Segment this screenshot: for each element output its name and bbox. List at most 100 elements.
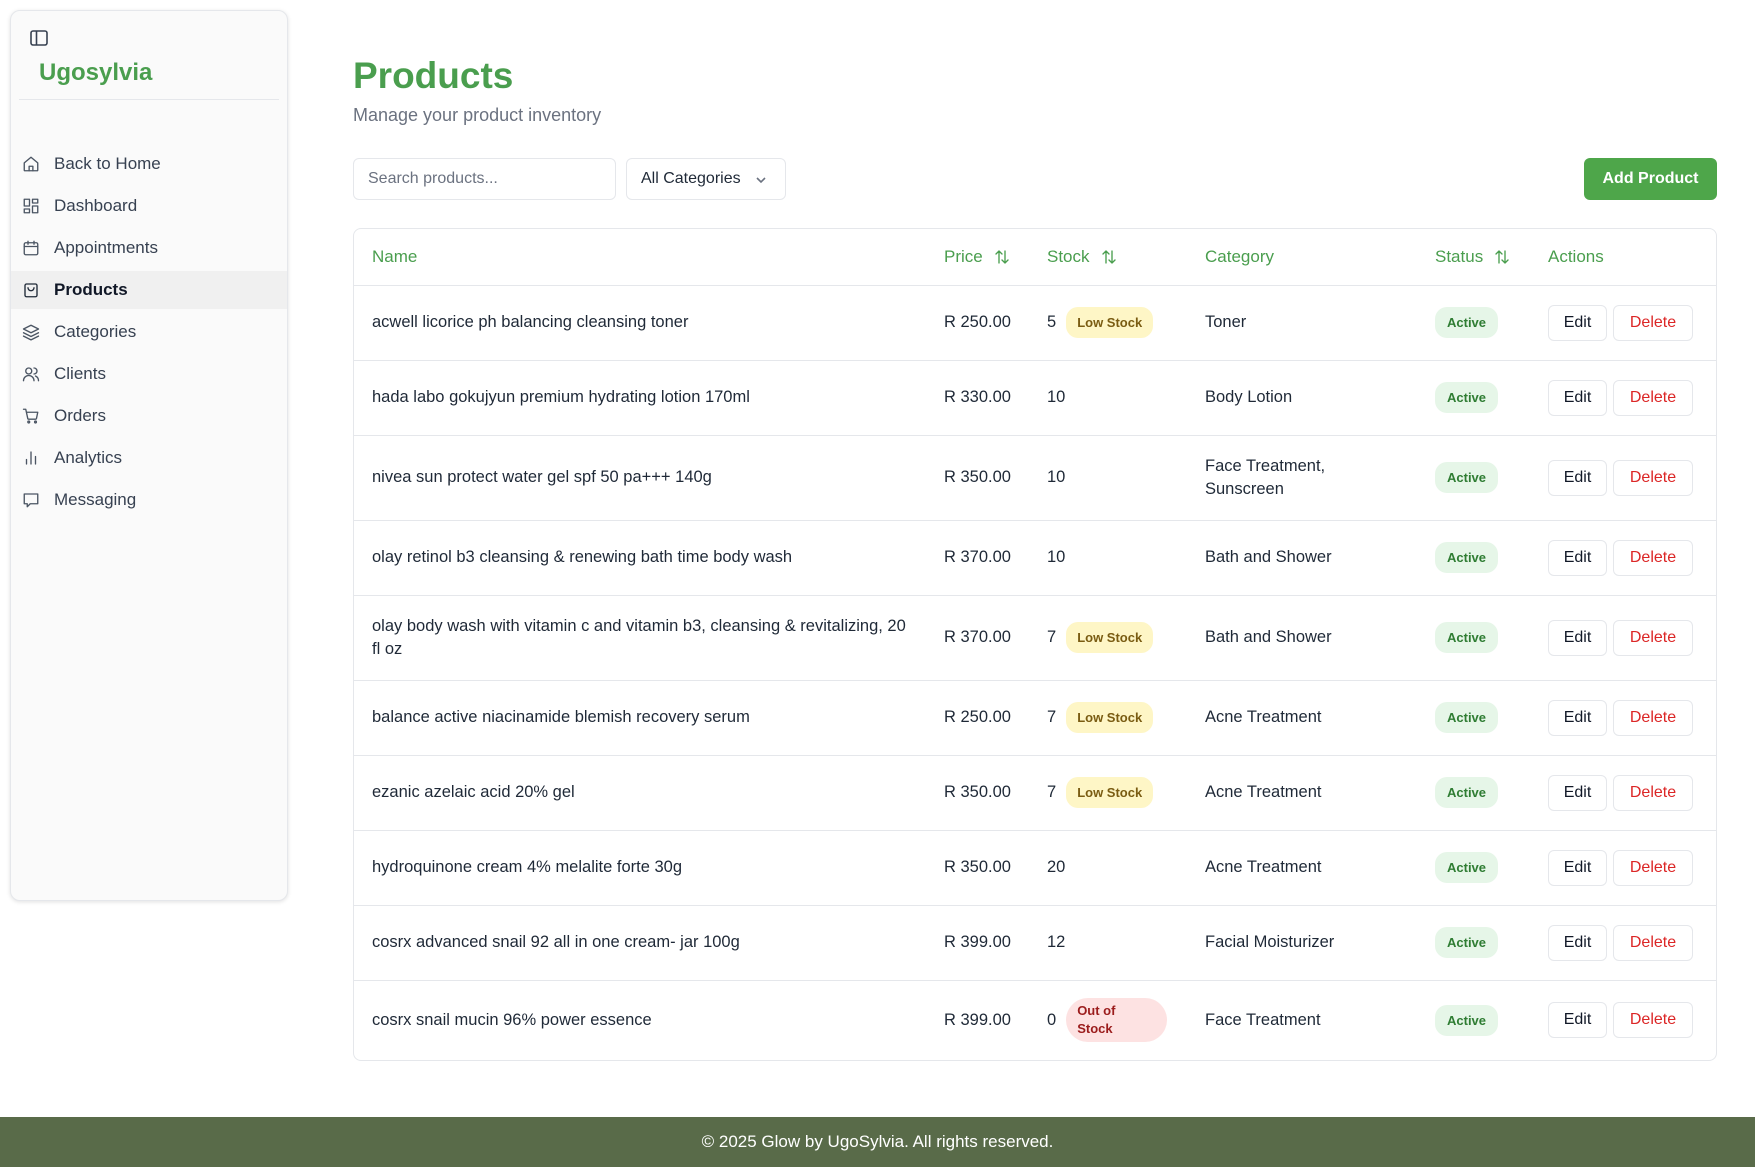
table-row: ezanic azelaic acid 20% gel R 350.00 7 Lo…	[354, 755, 1716, 831]
sidebar-item-back-to-home[interactable]: Back to Home	[11, 145, 287, 183]
row-actions: Edit Delete	[1530, 360, 1716, 436]
product-status: Active	[1417, 435, 1530, 521]
product-price: R 350.00	[926, 755, 1029, 831]
product-name: acwell licorice ph balancing cleansing t…	[354, 285, 926, 361]
product-stock: 10	[1029, 520, 1187, 596]
table-row: olay retinol b3 cleansing & renewing bat…	[354, 520, 1716, 596]
sidebar-item-clients[interactable]: Clients	[11, 355, 287, 393]
product-name: nivea sun protect water gel spf 50 pa+++…	[354, 435, 926, 521]
column-header-price[interactable]: Price	[926, 229, 1029, 286]
product-stock: 10	[1029, 435, 1187, 521]
delete-button[interactable]: Delete	[1613, 849, 1693, 886]
sidebar-item-label: Products	[54, 280, 128, 299]
column-header-stock[interactable]: Stock	[1029, 229, 1187, 286]
edit-button[interactable]: Edit	[1548, 379, 1607, 416]
product-stock: 5 Low Stock	[1029, 285, 1187, 361]
product-name: olay body wash with vitamin c and vitami…	[354, 595, 926, 681]
page-subtitle: Manage your product inventory	[353, 105, 602, 125]
delete-button[interactable]: Delete	[1613, 619, 1693, 656]
product-stock: 7 Low Stock	[1029, 680, 1187, 756]
edit-button[interactable]: Edit	[1548, 619, 1607, 656]
product-category: Acne Treatment	[1187, 830, 1417, 906]
sidebar-item-products[interactable]: Products	[11, 271, 287, 309]
product-price: R 399.00	[944, 1010, 1011, 1029]
row-actions: Edit Delete	[1530, 435, 1716, 521]
sidebar-item-analytics[interactable]: Analytics	[11, 439, 287, 477]
status-badge: Active	[1435, 307, 1499, 338]
row-actions: Edit Delete	[1530, 980, 1716, 1060]
sidebar-item-messaging[interactable]: Messaging	[11, 481, 287, 519]
sidebar-item-label: Orders	[54, 406, 106, 425]
product-status: Active	[1417, 755, 1530, 831]
product-stock: 12	[1029, 905, 1187, 981]
sort-icon[interactable]	[993, 248, 1011, 266]
sidebar: Ugosylvia Back to Home Dashboard Appoint…	[10, 10, 288, 901]
sidebar-nav: Back to Home Dashboard Appointments Prod…	[11, 145, 287, 523]
product-stock: 0 Out of Stock	[1029, 980, 1187, 1060]
product-category: Face Treatment, Sunscreen	[1187, 435, 1417, 521]
add-product-button[interactable]: Add Product	[1584, 158, 1717, 200]
product-status: Active	[1417, 680, 1530, 756]
row-actions: Edit Delete	[1530, 680, 1716, 756]
page-title: Products	[353, 55, 514, 96]
edit-button[interactable]: Edit	[1548, 304, 1607, 341]
row-actions: Edit Delete	[1530, 905, 1716, 981]
column-header-status[interactable]: Status	[1417, 229, 1530, 286]
edit-button[interactable]: Edit	[1548, 699, 1607, 736]
table-row: balance active niacinamide blemish recov…	[354, 680, 1716, 756]
product-name: cosrx advanced snail 92 all in one cream…	[354, 905, 926, 981]
sidebar-item-dashboard[interactable]: Dashboard	[11, 187, 287, 225]
edit-button[interactable]: Edit	[1548, 849, 1607, 886]
sidebar-item-label: Analytics	[54, 448, 123, 467]
product-status: Active	[1417, 595, 1530, 681]
category-filter-value: All Categories	[641, 170, 741, 187]
edit-button[interactable]: Edit	[1548, 924, 1607, 961]
sidebar-item-label: Back to Home	[54, 154, 161, 173]
delete-button[interactable]: Delete	[1613, 924, 1693, 961]
product-price: R 350.00	[926, 435, 1029, 521]
delete-button[interactable]: Delete	[1613, 379, 1693, 416]
category-filter-select[interactable]: All Categories	[626, 158, 786, 200]
sidebar-item-categories[interactable]: Categories	[11, 313, 287, 351]
row-actions: Edit Delete	[1530, 755, 1716, 831]
edit-button[interactable]: Edit	[1548, 459, 1607, 496]
product-category: Face Treatment	[1205, 1010, 1321, 1029]
table-row: acwell licorice ph balancing cleansing t…	[354, 285, 1716, 361]
bar-chart-icon	[21, 448, 41, 468]
table-row: hydroquinone cream 4% melalite forte 30g…	[354, 830, 1716, 906]
sidebar-toggle-icon[interactable]	[28, 27, 50, 49]
product-category: Facial Moisturizer	[1187, 905, 1417, 981]
sort-icon[interactable]	[1493, 248, 1511, 266]
delete-button[interactable]: Delete	[1613, 699, 1693, 736]
delete-button[interactable]: Delete	[1613, 774, 1693, 811]
sidebar-item-orders[interactable]: Orders	[11, 397, 287, 435]
delete-button[interactable]: Delete	[1613, 304, 1693, 341]
sidebar-item-appointments[interactable]: Appointments	[11, 229, 287, 267]
table-row: hada labo gokujyun premium hydrating lot…	[354, 360, 1716, 436]
edit-button[interactable]: Edit	[1548, 1002, 1607, 1039]
brand-logo[interactable]: Ugosylvia	[39, 59, 152, 87]
delete-button[interactable]: Delete	[1613, 459, 1693, 496]
delete-button[interactable]: Delete	[1613, 1002, 1693, 1039]
column-header-category: Category	[1187, 229, 1417, 286]
product-name: hydroquinone cream 4% melalite forte 30g	[354, 830, 926, 906]
products-table: Name Price Stock Category Status Actions…	[353, 228, 1717, 1061]
table-row: nivea sun protect water gel spf 50 pa+++…	[354, 435, 1716, 521]
product-name: olay retinol b3 cleansing & renewing bat…	[354, 520, 926, 596]
product-price: R 370.00	[926, 520, 1029, 596]
product-category: Bath and Shower	[1187, 520, 1417, 596]
search-input[interactable]	[353, 158, 616, 200]
delete-button[interactable]: Delete	[1613, 539, 1693, 576]
sidebar-divider	[19, 99, 279, 100]
product-status: Active	[1417, 905, 1530, 981]
product-price: R 250.00	[926, 680, 1029, 756]
status-badge: Active	[1435, 852, 1499, 883]
sort-icon[interactable]	[1100, 248, 1118, 266]
edit-button[interactable]: Edit	[1548, 539, 1607, 576]
chevron-down-icon	[755, 173, 767, 185]
edit-button[interactable]: Edit	[1548, 774, 1607, 811]
shopping-bag-icon	[21, 280, 41, 300]
sidebar-item-label: Appointments	[54, 238, 158, 257]
footer-copyright: © 2025 Glow by UgoSylvia. All rights res…	[701, 1132, 1054, 1151]
table-row: cosrx snail mucin 96% power essence R 39…	[354, 980, 1716, 1060]
